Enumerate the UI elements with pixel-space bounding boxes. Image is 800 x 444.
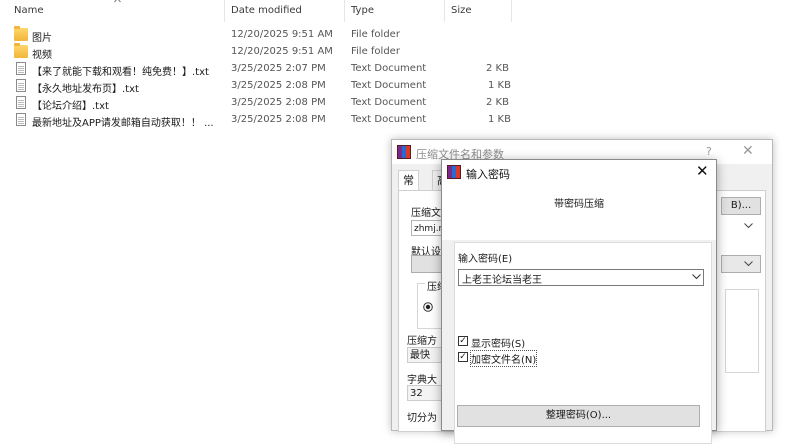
column-header-bar: Name Date modified Type Size [0,0,800,22]
archive-name-label: 压缩文 [411,208,441,219]
text-file-icon [16,62,26,75]
file-name: 【永久地址发布页】.txt [32,84,139,95]
file-row[interactable]: 图片 12/20/2025 9:51 AM File folder [0,26,800,44]
show-password-label: 显示密码(S) [471,339,526,350]
text-file-icon [16,79,26,92]
file-name: 【论坛介绍】.txt [32,101,109,112]
file-type: Text Document [351,80,427,91]
chevron-down-icon[interactable] [744,261,753,267]
encrypt-filenames-label: 加密文件名(N) [469,350,538,367]
file-type: File folder [351,46,400,57]
file-name: 图片 [32,33,52,44]
tab-general[interactable]: 常规 [398,170,419,207]
file-type: File folder [351,29,400,40]
column-date-modified[interactable]: Date modified [231,5,302,16]
radio-button[interactable] [423,302,433,312]
column-size[interactable]: Size [451,5,472,16]
options-group [725,289,759,373]
file-type: Text Document [351,97,427,108]
password-label: 输入密码(E) [458,254,513,265]
chevron-down-icon[interactable] [744,223,753,229]
column-divider[interactable] [444,0,445,22]
password-dialog: 输入密码 ✕ 带密码压缩 输入密码(E) 上老王论坛当老王 ✓ 显示密码(S) … [441,159,717,444]
file-date: 3/25/2025 2:08 PM [231,97,326,108]
column-divider[interactable] [224,0,225,22]
file-name: 【来了就能下载和观看！纯免费！】.txt [32,67,209,78]
chevron-down-icon[interactable] [692,274,701,280]
file-date: 12/20/2025 9:51 AM [231,46,333,57]
file-size: 2 KB [486,97,509,108]
column-divider[interactable] [344,0,345,22]
text-file-icon [16,113,26,126]
checkmark-icon: ✓ [458,336,468,346]
winrar-icon [447,165,461,179]
dictionary-label: 字典大 [407,375,437,386]
file-date: 3/25/2025 2:08 PM [231,80,326,91]
file-name: 最新地址及APP请发邮箱自动获取！！ ... [32,118,214,129]
organize-passwords-button[interactable]: 整理密码(O)... [457,405,700,427]
profile-dropdown[interactable] [721,255,761,273]
text-file-icon [16,96,26,109]
file-row[interactable]: 【来了就能下载和观看！纯免费！】.txt 3/25/2025 2:07 PM T… [0,61,800,78]
folder-icon [14,26,28,41]
method-dropdown[interactable]: 最快 [407,347,445,363]
title-bar[interactable]: 输入密码 ✕ [442,160,716,184]
checkmark-icon: ✓ [458,352,468,362]
close-button[interactable]: ✕ [742,143,754,159]
column-divider[interactable] [511,0,512,22]
help-button[interactable]: ? [706,145,712,158]
split-label: 切分为 [407,413,437,424]
dialog-title: 输入密码 [466,168,510,181]
winrar-icon [397,145,411,159]
sort-arrow-icon [114,0,121,3]
folder-icon [14,43,28,58]
file-type: Text Document [351,63,427,74]
password-value: 上老王论坛当老王 [462,275,542,286]
file-size: 2 KB [486,63,509,74]
file-row[interactable]: 视频 12/20/2025 9:51 AM File folder [0,43,800,61]
column-type[interactable]: Type [351,5,374,16]
password-input[interactable]: 上老王论坛当老王 [458,269,704,286]
dictionary-dropdown[interactable]: 32 [407,385,445,401]
file-size: 1 KB [488,114,511,125]
file-row[interactable]: 【永久地址发布页】.txt 3/25/2025 2:08 PM Text Doc… [0,78,800,95]
file-date: 3/25/2025 2:08 PM [231,114,326,125]
close-button[interactable]: ✕ [696,162,709,180]
file-row[interactable]: 最新地址及APP请发邮箱自动获取！！ ... 3/25/2025 2:08 PM… [0,112,800,129]
file-size: 1 KB [488,80,511,91]
column-name[interactable]: Name [14,5,44,16]
method-label: 压缩方 [407,336,437,347]
browse-button[interactable]: B)... [721,197,761,215]
file-name: 视频 [32,50,52,61]
file-date: 12/20/2025 9:51 AM [231,29,333,40]
dialog-header: 带密码压缩 [442,184,716,240]
dialog-heading: 带密码压缩 [554,199,604,210]
file-date: 3/25/2025 2:07 PM [231,63,326,74]
file-row[interactable]: 【论坛介绍】.txt 3/25/2025 2:08 PM Text Docume… [0,95,800,112]
file-type: Text Document [351,114,427,125]
